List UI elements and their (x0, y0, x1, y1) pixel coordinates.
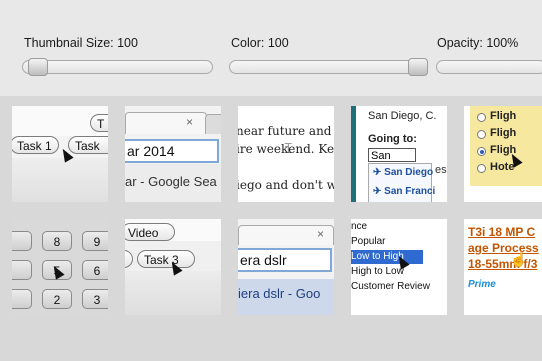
sort-option-customer-review[interactable]: Customer Review (351, 281, 430, 292)
key-6[interactable]: 6 (82, 260, 108, 280)
sort-option-popular[interactable]: Popular (351, 236, 385, 247)
destination-input[interactable]: San (368, 148, 416, 162)
color-slider[interactable] (229, 58, 428, 76)
task-1-pill[interactable]: Task 1 (12, 136, 59, 154)
color-label: Color: 100 (231, 36, 289, 50)
thumbnail-grid: T Task 1 Task × ar 2014 ar - Google Sea … (0, 96, 542, 361)
tab-close-icon[interactable]: × (317, 227, 324, 241)
opacity-label: Opacity: 100% (437, 36, 519, 50)
task-pill[interactable]: Task (68, 136, 108, 154)
sort-option-1[interactable]: nce (351, 221, 367, 232)
partial-text: es (435, 164, 447, 176)
thumbnail-video-task[interactable]: Video Task 3 (125, 219, 221, 315)
video-pill[interactable]: Video (125, 223, 175, 241)
thumbnail-flight-form[interactable]: San Diego, C. Going to: San ✈ San Diego … (351, 106, 447, 202)
going-to-label: Going to: (368, 133, 417, 145)
dropdown-option-san-francisco[interactable]: ✈ San Franci (373, 186, 435, 197)
sort-option-low-to-high-selected[interactable]: Low to High (351, 250, 423, 264)
from-value: San Diego, C. (368, 110, 437, 122)
partial-pill[interactable] (125, 250, 133, 268)
radio-label-1: Fligh (490, 110, 517, 122)
dropdown-option-san-diego[interactable]: ✈ San Diego (373, 167, 433, 178)
opacity-slider[interactable] (436, 60, 542, 74)
thumbnail-task-pills[interactable]: T Task 1 Task (12, 106, 108, 202)
destination-dropdown: ✈ San Diego ✈ San Franci (368, 163, 435, 202)
radio-option-3-selected[interactable] (477, 147, 486, 156)
thumbnail-product-listing[interactable]: T3i 18 MP C age Process 18-55mm f/3 Prim… (464, 219, 542, 315)
search-suggestion[interactable]: iera dslr - Goo (238, 286, 320, 301)
thumbnail-size-slider[interactable] (22, 58, 213, 76)
thumbnail-keypad[interactable]: 8 9 5 6 2 3 (12, 219, 108, 315)
radio-label-2: Fligh (490, 127, 517, 139)
doc-line-1: near future and (238, 124, 332, 138)
key-2[interactable]: 2 (42, 289, 72, 309)
url-input[interactable]: ar 2014 (125, 139, 219, 163)
product-title-line-2[interactable]: age Process (468, 241, 539, 255)
search-input[interactable]: era dslr (238, 248, 332, 272)
task-3-pill[interactable]: Task 3 (137, 250, 195, 268)
thumbnail-browser-search[interactable]: × era dslr iera dslr - Goo (238, 219, 334, 315)
thumbnail-text-document[interactable]: near future and ire weekend. Ke iego and… (238, 106, 334, 202)
url-suggestion[interactable]: ar - Google Sea (125, 174, 217, 189)
browser-tab[interactable]: × (238, 225, 334, 245)
new-tab[interactable] (205, 114, 221, 134)
sort-option-high-to-low[interactable]: High to Low (351, 266, 404, 277)
prime-badge: Prime (468, 279, 496, 290)
thumbnail-sort-menu[interactable]: nce Popular Low to High High to Low Cust… (351, 219, 447, 315)
key-blank-1[interactable] (12, 231, 32, 251)
key-8[interactable]: 8 (42, 231, 72, 251)
radio-option-4[interactable] (477, 164, 486, 173)
tab-close-icon[interactable]: × (186, 115, 193, 129)
radio-option-1[interactable] (477, 113, 486, 122)
thumbnail-size-label: Thumbnail Size: 100 (24, 36, 138, 50)
controls-bar: Thumbnail Size: 100 Color: 100 Opacity: … (0, 0, 542, 96)
key-blank-2[interactable] (12, 260, 32, 280)
thumbnail-size-slider-knob[interactable] (28, 58, 48, 76)
thumbnail-radio-options[interactable]: Fligh Fligh Fligh Hote (464, 106, 542, 202)
doc-line-3: iego and don't w (238, 178, 334, 192)
partial-pill[interactable]: T (90, 114, 108, 132)
thumbnail-browser-url[interactable]: × ar 2014 ar - Google Sea (125, 106, 221, 202)
key-3[interactable]: 3 (82, 289, 108, 309)
key-9[interactable]: 9 (82, 231, 108, 251)
key-blank-3[interactable] (12, 289, 32, 309)
product-title-line-1[interactable]: T3i 18 MP C (468, 225, 535, 239)
radio-option-2[interactable] (477, 130, 486, 139)
hand-cursor-icon: ☝ (510, 251, 528, 267)
browser-tab[interactable]: × (125, 112, 207, 134)
color-slider-knob[interactable] (408, 58, 428, 76)
text-cursor-icon: ⌶ (284, 140, 293, 156)
